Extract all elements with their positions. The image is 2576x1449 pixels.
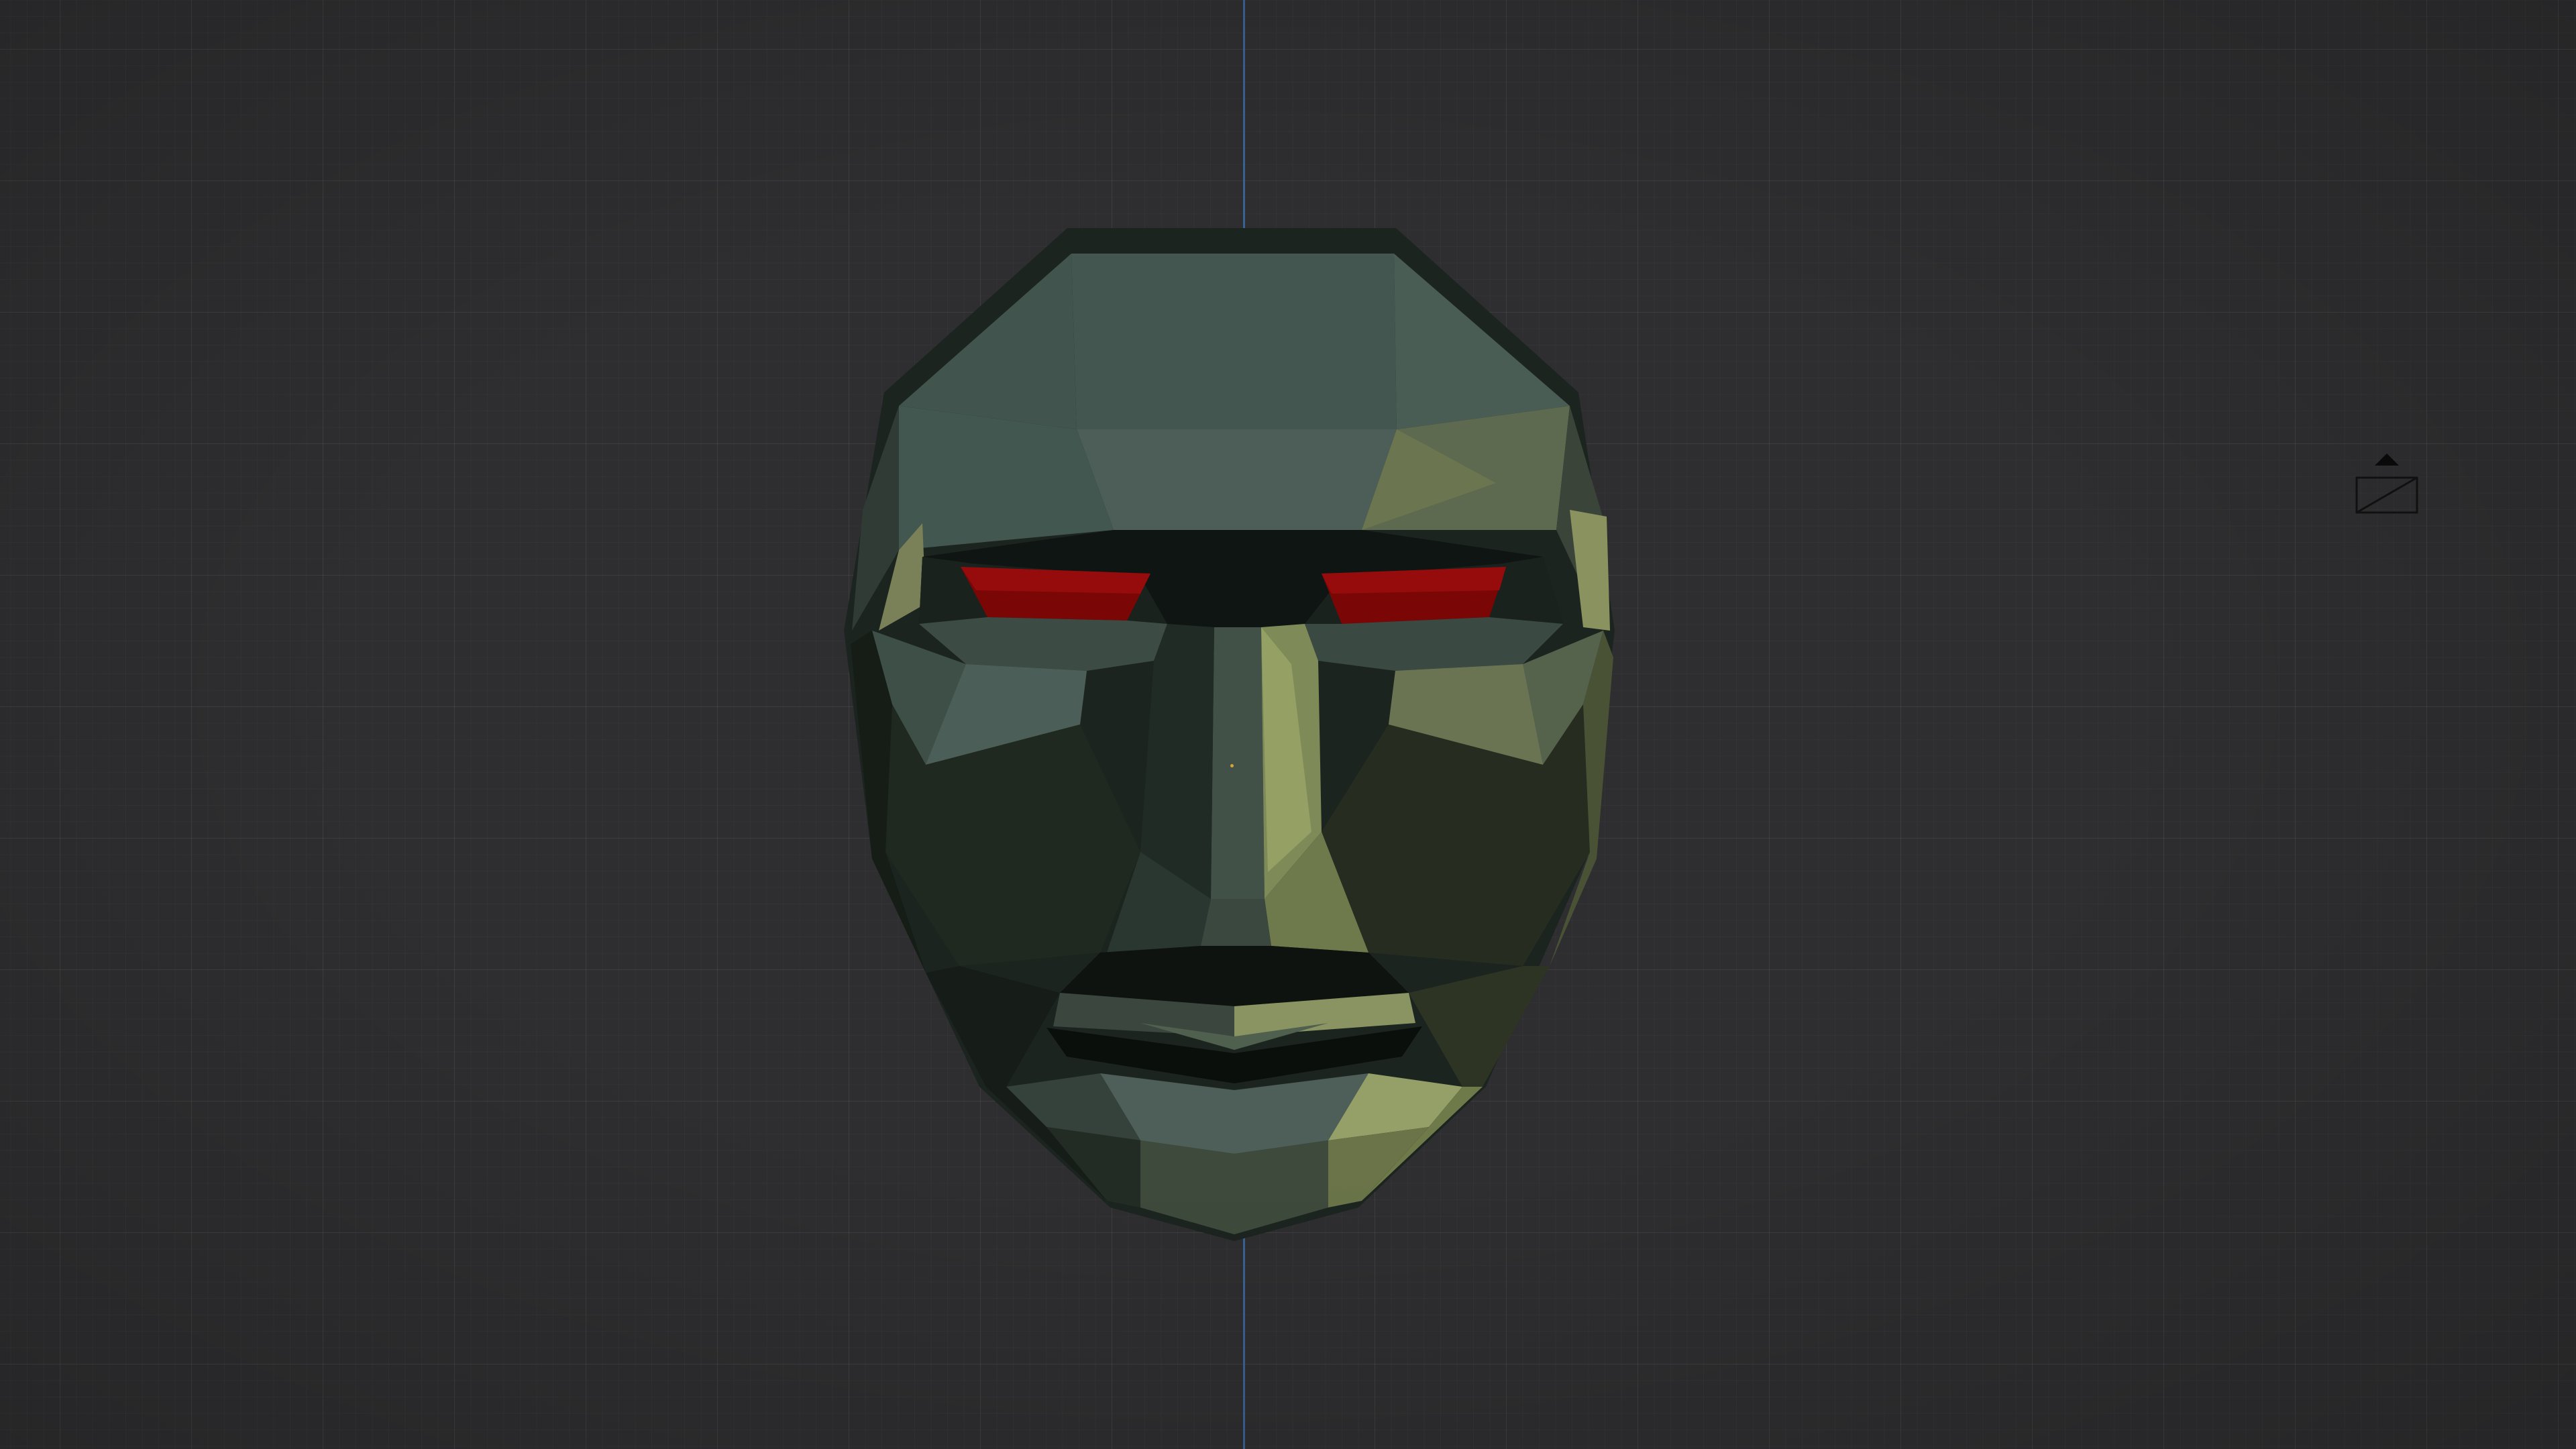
forehead-right-top: [1394, 254, 1570, 429]
camera-icon[interactable]: [2353, 453, 2420, 521]
face-mesh[interactable]: [0, 0, 2576, 1449]
nose-tip: [1201, 899, 1271, 946]
forehead-center-top: [1071, 254, 1397, 429]
forehead-left-top: [899, 254, 1077, 429]
forehead-center-low: [1077, 429, 1397, 530]
nose-bridge-center: [1211, 627, 1265, 899]
3d-viewport[interactable]: [0, 0, 2576, 1449]
chin-right: [1328, 1127, 1429, 1208]
chin-left: [1046, 1127, 1140, 1208]
origin-dot-icon: [1230, 764, 1234, 767]
